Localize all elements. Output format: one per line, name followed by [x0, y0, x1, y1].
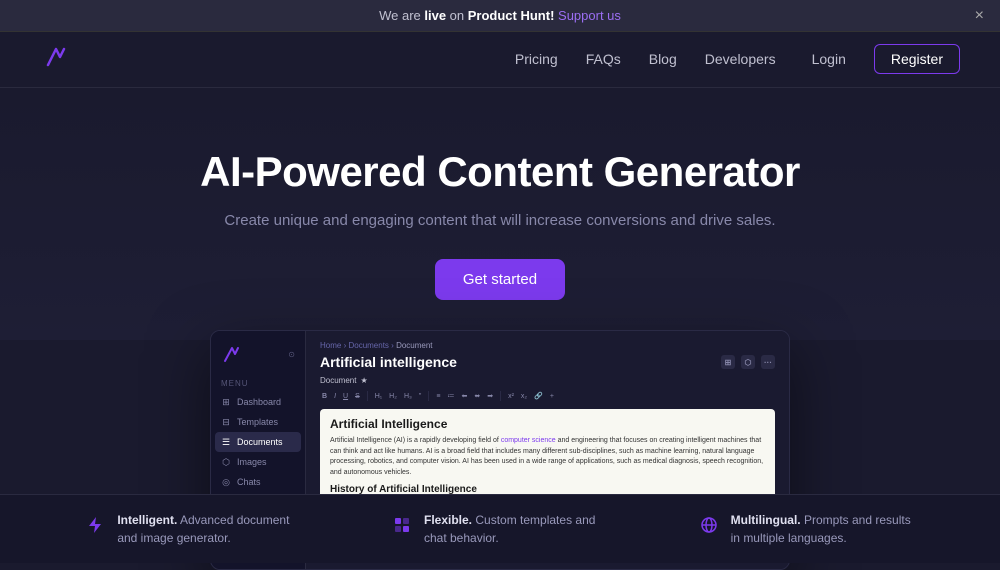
toolbar-h1[interactable]: H₁	[373, 391, 384, 401]
toolbar-divider-3	[500, 391, 501, 401]
sidebar-menu-label: MENU	[211, 375, 305, 392]
toolbar-h2[interactable]: H₂	[387, 391, 399, 401]
toolbar-align-center[interactable]: ⬌	[472, 391, 482, 401]
doc-tab: Document ★	[320, 376, 775, 385]
sidebar-settings-icon[interactable]: ⊙	[288, 350, 295, 359]
nav-pricing[interactable]: Pricing	[515, 51, 558, 67]
nav-developers[interactable]: Developers	[705, 51, 776, 67]
icon-share[interactable]: ⬡	[741, 355, 755, 369]
sidebar-item-chats[interactable]: ◎ Chats	[211, 472, 305, 492]
toolbar-strikethrough[interactable]: S	[353, 391, 362, 401]
chat-icon: ◎	[221, 477, 231, 487]
toolbar-underline[interactable]: U	[341, 391, 350, 401]
puzzle-icon	[390, 513, 414, 537]
lightning-icon	[83, 513, 107, 537]
docs-icon: ☰	[221, 437, 231, 447]
templates-icon: ⊟	[221, 417, 231, 427]
feature-multilingual: Multilingual. Prompts and results in mul…	[697, 511, 917, 547]
computer-science-link[interactable]: computer science	[501, 437, 556, 444]
features-bar: Intelligent. Advanced document and image…	[0, 494, 1000, 563]
toolbar-link[interactable]: 🔗	[532, 391, 545, 401]
announcement-bar: We are live on Product Hunt! Support us …	[0, 0, 1000, 32]
support-link[interactable]: Support us	[558, 8, 621, 23]
doc-title-row: Artificial intelligence ⊞ ⬡ ···	[320, 354, 775, 370]
doc-title-text: Artificial intelligence	[320, 354, 457, 370]
feature-intelligent-bold: Intelligent.	[117, 513, 177, 527]
nav-register[interactable]: Register	[874, 44, 960, 74]
toolbar-divider-2	[428, 391, 429, 401]
announcement-text: We are live on Product Hunt! Support us	[379, 8, 621, 23]
nav-links: Pricing FAQs Blog Developers Login Regis…	[515, 51, 960, 69]
toolbar-ol[interactable]: ≔	[445, 391, 456, 401]
hero-title: AI-Powered Content Generator	[20, 148, 980, 196]
navbar: Pricing FAQs Blog Developers Login Regis…	[0, 32, 1000, 88]
toolbar-align-left[interactable]: ⬅	[459, 391, 469, 401]
sidebar-logo: ⊙	[211, 343, 305, 375]
breadcrumb-documents[interactable]: Documents	[348, 341, 388, 350]
star-icon[interactable]: ★	[360, 376, 367, 385]
toolbar-quote[interactable]: "	[417, 391, 424, 401]
nav-logo	[40, 41, 72, 78]
hero-section: AI-Powered Content Generator Create uniq…	[0, 88, 1000, 340]
doc-content-title: Artificial Intelligence	[330, 417, 765, 431]
grid-icon: ⊞	[221, 397, 231, 407]
sidebar-item-documents[interactable]: ☰ Documents	[215, 432, 301, 452]
toolbar-superscript[interactable]: x²	[506, 391, 516, 401]
hero-subtitle: Create unique and engaging content that …	[20, 212, 980, 229]
feature-flexible: Flexible. Custom templates and chat beha…	[390, 511, 610, 547]
feature-flexible-text: Flexible. Custom templates and chat beha…	[424, 511, 610, 547]
toolbar: B I U S H₁ H₂ H₃ " ≡ ≔ ⬅ ⬌ ➡ x² x₂ 🔗 +	[320, 391, 775, 401]
feature-multilingual-bold: Multilingual.	[731, 513, 801, 527]
sidebar-item-templates[interactable]: ⊟ Templates	[211, 412, 305, 432]
toolbar-align-right[interactable]: ➡	[485, 391, 495, 401]
toolbar-divider-1	[367, 391, 368, 401]
feature-intelligent-text: Intelligent. Advanced document and image…	[117, 511, 303, 547]
doc-content-paragraph-1: Artificial Intelligence (AI) is a rapidl…	[330, 436, 765, 478]
nav-login[interactable]: Login	[812, 51, 846, 67]
feature-multilingual-text: Multilingual. Prompts and results in mul…	[731, 511, 917, 547]
live-text: live	[424, 8, 446, 23]
sidebar-item-dashboard[interactable]: ⊞ Dashboard	[211, 392, 305, 412]
toolbar-bold[interactable]: B	[320, 391, 329, 401]
toolbar-italic[interactable]: I	[332, 391, 338, 401]
breadcrumb-current: Document	[396, 341, 432, 350]
close-button[interactable]: ×	[975, 8, 984, 24]
breadcrumb-home[interactable]: Home	[320, 341, 341, 350]
feature-intelligent: Intelligent. Advanced document and image…	[83, 511, 303, 547]
globe-icon	[697, 513, 721, 537]
toolbar-ul[interactable]: ≡	[434, 391, 442, 401]
toolbar-h3[interactable]: H₃	[402, 391, 414, 401]
doc-title-icons: ⊞ ⬡ ···	[721, 355, 775, 369]
toolbar-subscript[interactable]: x₂	[519, 391, 529, 401]
nav-blog[interactable]: Blog	[649, 51, 677, 67]
toolbar-more[interactable]: +	[548, 391, 556, 401]
doc-tab-label[interactable]: Document	[320, 376, 356, 385]
feature-flexible-bold: Flexible.	[424, 513, 472, 527]
nav-faqs[interactable]: FAQs	[586, 51, 621, 67]
breadcrumb: Home › Documents › Document	[320, 341, 775, 350]
sidebar-item-images[interactable]: ⬡ Images	[211, 452, 305, 472]
platform-text: Product Hunt!	[468, 8, 555, 23]
icon-grid[interactable]: ⊞	[721, 355, 735, 369]
cta-button[interactable]: Get started	[435, 259, 565, 300]
image-icon: ⬡	[221, 457, 231, 467]
icon-more[interactable]: ···	[761, 355, 775, 369]
